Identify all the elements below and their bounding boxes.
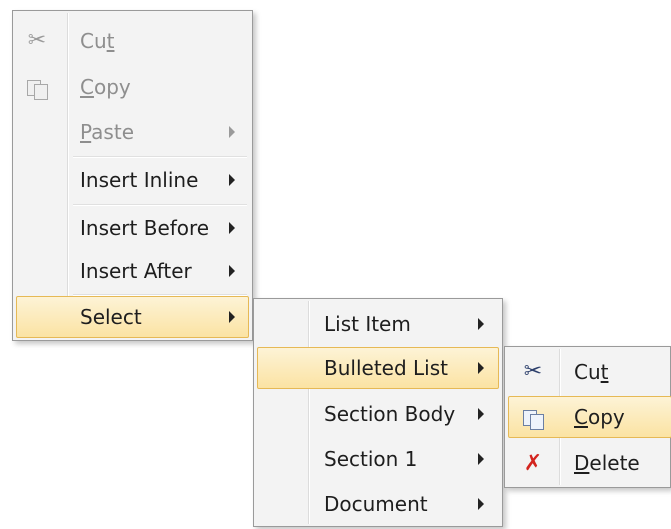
menu-item-section-body[interactable]: Section Body [257, 392, 499, 436]
menu-item-label: Delete [574, 451, 640, 475]
menu-item-cut[interactable]: ✂ Cut [16, 19, 249, 63]
submenu-arrow-icon [229, 174, 235, 186]
scissors-icon: ✂ [27, 28, 47, 53]
menu-item-label: Copy [80, 75, 131, 99]
copy-icon [520, 397, 546, 437]
menu-item-label: Paste [80, 120, 134, 144]
menu-item-document[interactable]: Document [257, 482, 499, 526]
menu-item-insert-after[interactable]: Insert After [16, 249, 249, 293]
menu-item-label: Bulleted List [324, 356, 448, 380]
menu-item-bulleted-list[interactable]: Bulleted List [257, 347, 499, 389]
menu-item-delete[interactable]: ✗ Delete [508, 441, 671, 485]
menu-item-copy[interactable]: Copy [508, 396, 671, 438]
context-menu-bulleted-list: ✂ Cut Copy ✗ Delete [504, 346, 671, 488]
copy-icon [24, 65, 50, 109]
menu-item-copy[interactable]: Copy [16, 65, 249, 109]
menu-item-label: Insert Inline [80, 168, 199, 192]
context-menu-main: ✂ Cut Copy Paste Insert Inline Insert Be… [12, 10, 253, 341]
submenu-arrow-icon [478, 453, 484, 465]
submenu-arrow-icon [229, 265, 235, 277]
delete-icon: ✗ [523, 451, 543, 476]
submenu-arrow-icon [478, 498, 484, 510]
menu-item-label: Copy [574, 405, 625, 429]
menu-item-label: Document [324, 492, 428, 516]
menu-item-label: Cut [80, 29, 115, 53]
menu-item-paste[interactable]: Paste [16, 110, 249, 154]
menu-item-list-item[interactable]: List Item [257, 302, 499, 346]
menu-item-label: Section 1 [324, 447, 418, 471]
menu-item-label: List Item [324, 312, 411, 336]
submenu-arrow-icon [229, 222, 235, 234]
submenu-arrow-icon [478, 408, 484, 420]
menu-item-insert-before[interactable]: Insert Before [16, 206, 249, 250]
submenu-arrow-icon [478, 318, 484, 330]
context-menu-select: List Item Bulleted List Section Body Sec… [253, 298, 503, 527]
menu-item-label: Cut [574, 360, 609, 384]
menu-item-label: Insert Before [80, 216, 210, 240]
menu-item-select[interactable]: Select [16, 296, 249, 338]
menu-item-label: Insert After [80, 259, 192, 283]
menu-item-label: Select [80, 305, 142, 329]
scissors-icon: ✂ [523, 359, 543, 384]
menu-item-section-1[interactable]: Section 1 [257, 437, 499, 481]
submenu-arrow-icon [229, 311, 235, 323]
submenu-arrow-icon [229, 126, 235, 138]
menu-item-label: Section Body [324, 402, 456, 426]
menu-item-insert-inline[interactable]: Insert Inline [16, 158, 249, 202]
submenu-arrow-icon [478, 362, 484, 374]
menu-item-cut[interactable]: ✂ Cut [508, 350, 671, 394]
